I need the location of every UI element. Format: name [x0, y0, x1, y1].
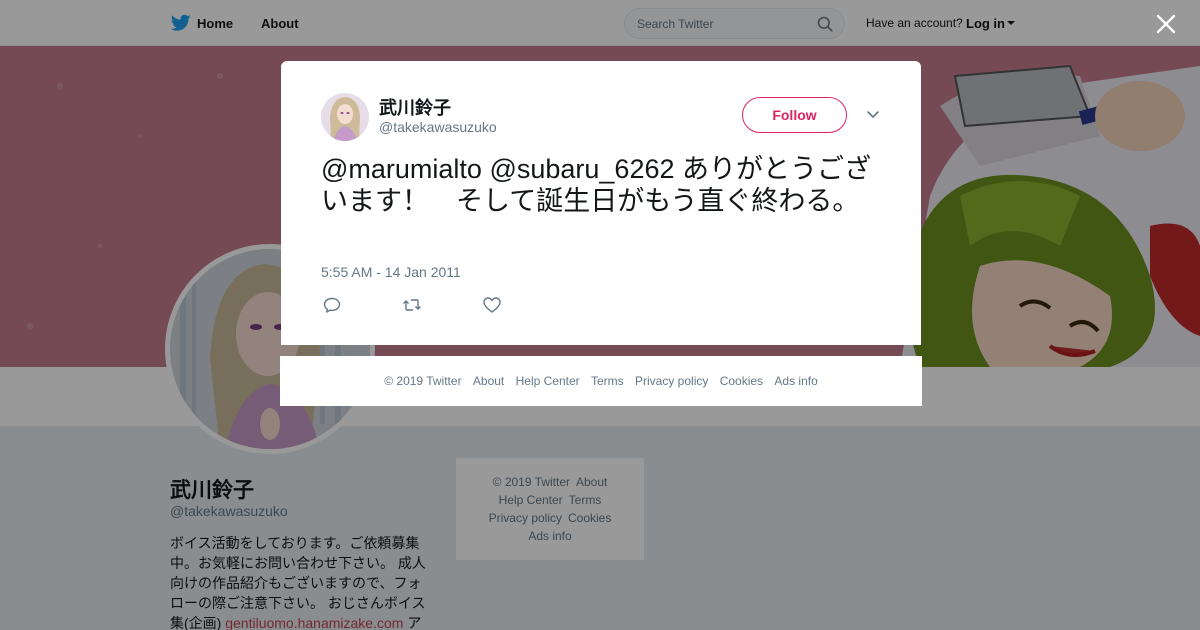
tweet-modal: 武川鈴子 @takekawasuzuko Follow @marumialto … — [281, 61, 921, 345]
footer-cookies-link[interactable]: Cookies — [720, 374, 763, 388]
tweet-author-name[interactable]: 武川鈴子 — [379, 94, 451, 120]
tweet-author-avatar[interactable] — [321, 93, 369, 141]
footer-privacy-link[interactable]: Privacy policy — [635, 374, 708, 388]
tweet-text: @marumialto @subaru_6262 ありがとうございます！ そして… — [321, 154, 871, 216]
footer-copyright: © 2019 Twitter — [384, 374, 462, 388]
tweet-author-handle[interactable]: @takekawasuzuko — [379, 119, 497, 135]
retweet-icon[interactable] — [401, 295, 423, 315]
like-icon[interactable] — [481, 295, 503, 315]
tweet-timestamp[interactable]: 5:55 AM - 14 Jan 2011 — [321, 264, 461, 280]
tweet-author-avatar-illustration — [321, 93, 369, 141]
chevron-down-icon[interactable] — [865, 109, 881, 121]
reply-icon[interactable] — [321, 295, 343, 315]
modal-footer: © 2019 Twitter About Help Center Terms P… — [280, 356, 922, 406]
footer-help-link[interactable]: Help Center — [516, 374, 580, 388]
footer-about-link[interactable]: About — [473, 374, 504, 388]
close-icon[interactable] — [1154, 12, 1178, 36]
follow-button[interactable]: Follow — [742, 97, 847, 133]
footer-ads-link[interactable]: Ads info — [774, 374, 817, 388]
footer-terms-link[interactable]: Terms — [591, 374, 624, 388]
